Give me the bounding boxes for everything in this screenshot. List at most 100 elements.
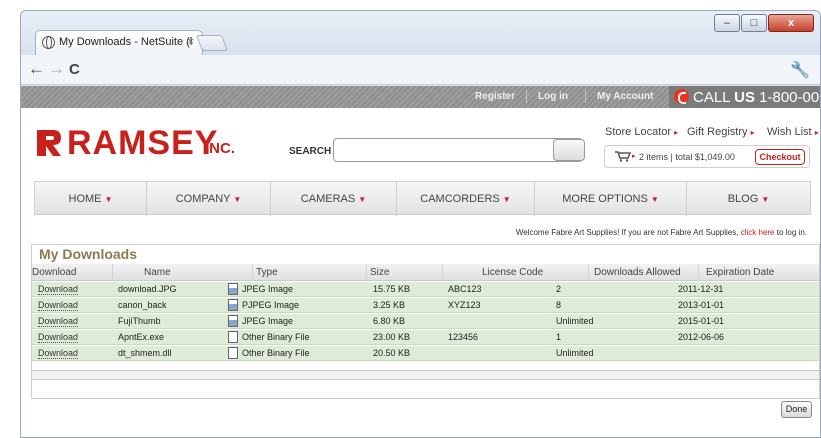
maximize-button[interactable]: □: [741, 14, 767, 32]
image-file-icon: [228, 299, 238, 311]
panel-top-border: [32, 244, 820, 245]
checkout-button[interactable]: Checkout: [755, 149, 805, 165]
chevron-down-icon: ▼: [358, 195, 367, 204]
reload-icon[interactable]: C: [69, 61, 80, 78]
welcome-message: Welcome Fabre Art Supplies! If you are n…: [21, 228, 807, 237]
table-footer-scrollbar[interactable]: [32, 370, 819, 380]
file-name: FujiThumb: [118, 316, 161, 326]
utility-bar: Register Log in My Account CALL US 1-800…: [21, 86, 820, 108]
file-type: JPEG Image: [242, 284, 294, 294]
column-divider: [698, 264, 699, 281]
table-row: Download ApntEx.exe Other Binary File 23…: [32, 330, 819, 345]
nav-camcorders-label: CAMCORDERS: [420, 193, 500, 205]
nav-more-options-label: MORE OPTIONS: [562, 193, 648, 205]
expiration-date: 2013-01-01: [678, 300, 725, 310]
util-separator: [526, 90, 527, 103]
downloads-allowed: 1: [556, 332, 562, 342]
table-row: Download canon_back PJPEG Image 3.25 KB …: [32, 298, 819, 313]
file-size: 20.50 KB: [373, 348, 411, 358]
nav-cameras[interactable]: CAMERAS ▼: [271, 182, 397, 216]
nav-company[interactable]: COMPANY ▼: [147, 182, 271, 216]
tab-title: My Downloads - NetSuite (l: [59, 36, 193, 48]
cart-items[interactable]: 2 items: [639, 152, 668, 162]
binary-file-icon: [228, 347, 238, 359]
column-divider: [112, 264, 113, 281]
column-divider: [366, 264, 367, 281]
nav-cameras-label: CAMERAS: [300, 193, 356, 205]
file-type: Other Binary File: [242, 348, 310, 358]
column-header-download[interactable]: Download: [32, 267, 76, 278]
nav-blog[interactable]: BLOG ▼: [687, 182, 810, 216]
wrench-icon[interactable]: 🔧: [790, 60, 810, 80]
call-us: US: [734, 89, 755, 106]
file-type: Other Binary File: [242, 332, 310, 342]
chevron-down-icon: ▼: [761, 195, 770, 204]
column-header-expiration[interactable]: Expiration Date: [706, 267, 774, 278]
download-link[interactable]: Download: [38, 332, 79, 343]
web-page: Register Log in My Account CALL US 1-800…: [21, 86, 820, 437]
column-header-name[interactable]: Name: [144, 267, 171, 278]
column-divider: [252, 264, 253, 281]
nav-camcorders[interactable]: CAMCORDERS ▼: [397, 182, 535, 216]
table-row: Download dt_shmem.dll Other Binary File …: [32, 346, 819, 361]
download-link[interactable]: Download: [38, 316, 79, 327]
new-tab-button[interactable]: [196, 35, 228, 51]
call-box: CALL US 1-800-0000: [669, 86, 820, 108]
column-header-size[interactable]: Size: [370, 267, 389, 278]
file-size: 6.80 KB: [373, 316, 406, 326]
cart-arrow-icon: ▸: [632, 153, 636, 160]
nav-more-options[interactable]: MORE OPTIONS ▼: [535, 182, 687, 216]
login-link[interactable]: Log in: [538, 91, 568, 102]
my-account-link[interactable]: My Account: [597, 91, 653, 102]
title-bar: My Downloads - NetSuite (l × – □ x: [21, 11, 820, 55]
logo-text: RAMSEY: [67, 124, 219, 162]
forward-arrow-icon[interactable]: →: [48, 59, 65, 79]
downloads-allowed: Unlimited: [556, 316, 594, 326]
expiration-date: 2012-06-06: [678, 332, 725, 342]
file-size: 23.00 KB: [373, 332, 411, 342]
search-button[interactable]: [553, 139, 585, 161]
column-divider: [588, 264, 589, 281]
nav-company-label: COMPANY: [175, 193, 231, 205]
nav-blog-label: BLOG: [727, 193, 759, 205]
column-header-downloads-allowed[interactable]: Downloads Allowed: [594, 267, 681, 278]
column-header-license[interactable]: License Code: [482, 267, 543, 278]
nav-home[interactable]: HOME ▼: [35, 182, 147, 216]
browser-tab[interactable]: My Downloads - NetSuite (l ×: [35, 30, 203, 55]
mini-cart: ▸ 2 items | total $1,049.00 Checkout: [604, 145, 810, 168]
column-divider: [442, 264, 443, 281]
download-link[interactable]: Download: [38, 348, 79, 359]
login-here-link[interactable]: click here: [741, 228, 775, 237]
util-separator: [585, 90, 586, 103]
download-link[interactable]: Download: [38, 300, 79, 311]
file-name: download.JPG: [118, 284, 177, 294]
call-number: 1-800-0000: [759, 89, 820, 106]
column-header-type[interactable]: Type: [256, 267, 278, 278]
minimize-button[interactable]: –: [714, 14, 740, 32]
license-code: 123456: [448, 332, 479, 342]
gift-registry-label: Gift Registry: [687, 126, 748, 138]
register-link[interactable]: Register: [475, 91, 515, 102]
table-row: Download download.JPG JPEG Image 15.75 K…: [32, 282, 819, 297]
wish-list-link[interactable]: Wish List ▸: [767, 126, 819, 138]
table-row: Download FujiThumb JPEG Image 6.80 KB Un…: [32, 314, 819, 329]
wish-list-label: Wish List: [767, 126, 812, 138]
cart-total: total $1,049.00: [675, 152, 735, 162]
store-locator-link[interactable]: Store Locator ▸: [605, 126, 678, 138]
chevron-down-icon: ▼: [650, 195, 659, 204]
download-link[interactable]: Download: [38, 284, 79, 295]
image-file-icon: [228, 283, 238, 295]
file-type: JPEG Image: [242, 316, 294, 326]
file-name: dt_shmem.dll: [118, 348, 172, 358]
chevron-down-icon: ▼: [502, 195, 511, 204]
gift-registry-link[interactable]: Gift Registry ▸: [687, 126, 755, 138]
file-size: 3.25 KB: [373, 300, 406, 310]
back-arrow-icon[interactable]: ←: [28, 59, 45, 79]
done-button[interactable]: Done: [781, 401, 812, 418]
tab-close-icon[interactable]: ×: [188, 36, 194, 48]
close-window-button[interactable]: x: [768, 14, 814, 32]
cart-icon[interactable]: [615, 151, 631, 162]
page-title: My Downloads: [39, 246, 138, 262]
downloads-allowed: 2: [556, 284, 562, 294]
search-input[interactable]: [333, 138, 583, 162]
